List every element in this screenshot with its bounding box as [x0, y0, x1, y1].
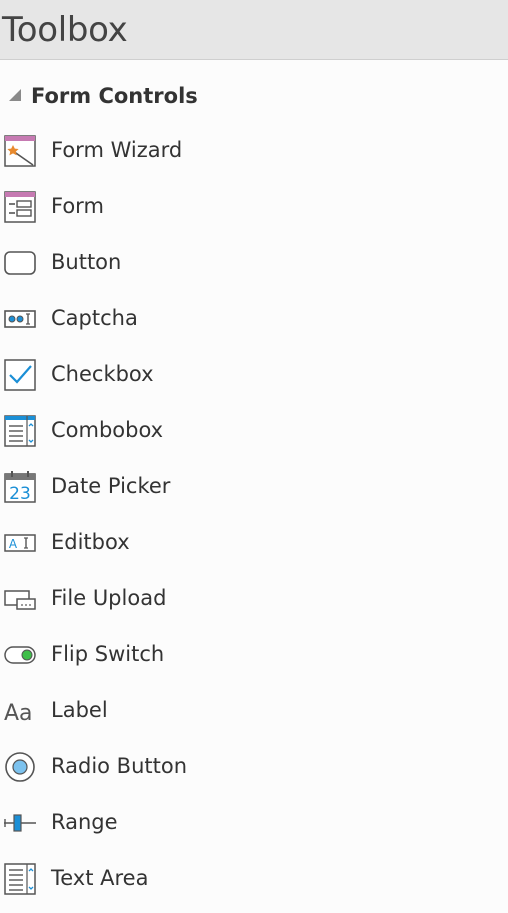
file-upload-icon [4, 590, 36, 610]
editbox-letter: A [9, 537, 18, 551]
form-wizard-icon [4, 135, 36, 167]
combobox-icon [4, 415, 36, 447]
item-label: Label [51, 698, 108, 722]
toolbox-item-file-upload[interactable]: File Upload [0, 570, 508, 626]
toolbox-item-radio-button[interactable]: Radio Button [0, 738, 508, 794]
toolbox-item-combobox[interactable]: Combobox [0, 402, 508, 458]
item-label: Range [51, 810, 118, 834]
section-label: Form Controls [31, 84, 198, 108]
toolbox-item-form[interactable]: Form [0, 178, 508, 234]
item-label: Radio Button [51, 754, 188, 778]
toolbox-item-checkbox[interactable]: Checkbox [0, 346, 508, 402]
panel-title: Toolbox [2, 10, 128, 50]
date-picker-icon: 23 [4, 471, 36, 504]
radio-button-icon [5, 752, 35, 782]
form-icon [4, 191, 36, 223]
section-form-controls[interactable]: Form Controls [0, 68, 508, 124]
item-label: Button [51, 250, 122, 274]
item-label: Editbox [51, 530, 130, 554]
item-label: Text Area [51, 866, 149, 890]
item-label: Form [51, 194, 104, 218]
toolbox-item-label[interactable]: Aa Label [0, 682, 508, 738]
captcha-icon [4, 310, 36, 328]
toolbox-header: Toolbox [0, 0, 508, 60]
label-icon: Aa [4, 701, 33, 726]
toolbox-item-button[interactable]: Button [0, 234, 508, 290]
item-label: File Upload [51, 586, 167, 610]
toolbox-item-flip-switch[interactable]: Flip Switch [0, 626, 508, 682]
toolbox-item-captcha[interactable]: Captcha [0, 290, 508, 346]
toolbox-item-date-picker[interactable]: 23 Date Picker [0, 458, 508, 514]
range-icon [4, 814, 36, 832]
item-label: Flip Switch [51, 642, 165, 666]
label-icon-text: Aa [4, 701, 33, 726]
button-icon [4, 251, 36, 275]
toolbox-item-form-wizard[interactable]: Form Wizard [0, 122, 508, 178]
item-label: Captcha [51, 306, 138, 330]
toolbox-item-editbox[interactable]: A Editbox [0, 514, 508, 570]
editbox-icon: A [4, 534, 36, 552]
toolbox-item-list: Form Wizard Form Button Captcha Checkbox… [0, 122, 508, 906]
text-area-icon [4, 863, 36, 895]
item-label: Combobox [51, 418, 164, 442]
flip-switch-icon [4, 646, 36, 664]
item-label: Checkbox [51, 362, 154, 386]
toolbox-item-text-area[interactable]: Text Area [0, 850, 508, 906]
item-label: Date Picker [51, 474, 171, 498]
date-picker-number: 23 [9, 484, 31, 504]
item-label: Form Wizard [51, 138, 183, 162]
collapse-triangle-icon[interactable] [8, 88, 22, 102]
toolbox-item-range[interactable]: Range [0, 794, 508, 850]
checkbox-icon [4, 359, 36, 391]
